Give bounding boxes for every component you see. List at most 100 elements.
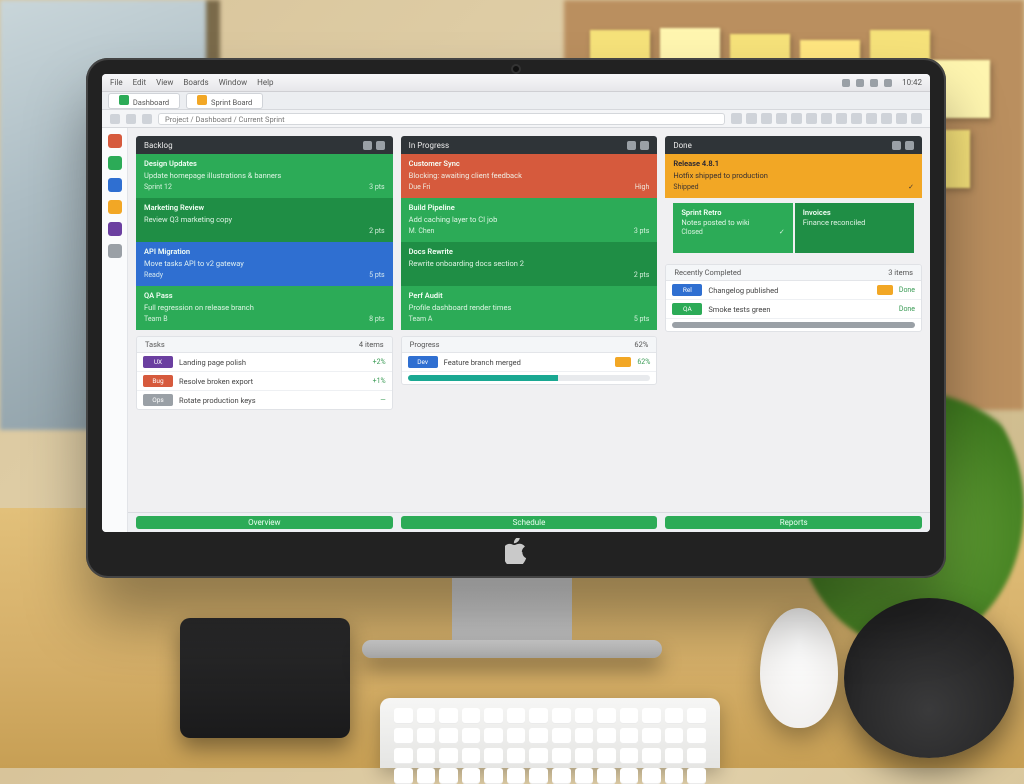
tray-icon[interactable] [870,79,878,87]
more-icon[interactable] [866,113,877,124]
list-header: Recently Completed3 items [666,265,921,281]
row-swatch-icon [615,357,631,367]
workspace: BacklogDesign UpdatesUpdate homepage ill… [102,128,930,532]
menu-item[interactable]: Help [257,78,273,87]
column-add-icon[interactable] [892,141,901,150]
kanban-card[interactable]: API Migration Move tasks API to v2 gatewa… [136,242,393,286]
kanban-card[interactable]: Perf AuditProfile dashboard render times… [401,286,658,330]
sort-icon[interactable] [836,113,847,124]
rail-nav-icon[interactable] [108,178,122,192]
menu-item[interactable]: Boards [183,78,208,87]
row-tag: Ops [143,394,173,406]
menu-item[interactable]: View [156,78,173,87]
menu-item[interactable]: File [110,78,123,87]
list-count: 4 items [359,340,384,349]
kanban-card[interactable]: QA PassFull regression on release branch… [136,286,393,330]
kanban-card[interactable]: Marketing ReviewReview Q3 marketing copy… [136,198,393,242]
card-title: API Migration [144,247,385,257]
tray-icon[interactable] [884,79,892,87]
user-icon[interactable] [911,113,922,124]
list-row[interactable]: UXLanding page polish+2% [137,353,392,372]
share-icon[interactable] [761,113,772,124]
column-header[interactable]: In Progress [401,136,658,154]
row-value: +1% [373,377,386,385]
list-row[interactable]: BugResolve broken export+1% [137,372,392,391]
rail-nav-icon[interactable] [108,244,122,258]
kanban-card[interactable]: Customer SyncBlocking: awaiting client f… [401,154,658,198]
settings-icon[interactable] [851,113,862,124]
card-title: Sprint Retro [681,208,784,218]
card-meta-left: Ready [144,271,163,280]
card-body: Rewrite onboarding docs section 2 [409,259,650,269]
refresh-icon[interactable] [142,114,152,124]
column-menu-icon[interactable] [905,141,914,150]
card-body: Add caching layer to CI job [409,215,650,225]
tag-icon[interactable] [821,113,832,124]
kanban-card[interactable]: Design UpdatesUpdate homepage illustrati… [136,154,393,198]
column-menu-icon[interactable] [640,141,649,150]
kanban-card[interactable]: Build PipelineAdd caching layer to CI jo… [401,198,658,242]
rail-nav-icon[interactable] [108,222,122,236]
list-panel: Recently Completed3 itemsRelChangelog pu… [665,264,922,332]
row-value: — [380,396,385,404]
column-header[interactable]: Done [665,136,922,154]
calendar-icon[interactable] [806,113,817,124]
rail-nav-icon[interactable] [108,134,122,148]
row-value: Done [899,305,915,313]
rail-nav-icon[interactable] [108,156,122,170]
column-add-icon[interactable] [627,141,636,150]
kanban-card[interactable]: Release 4.8.1Hotfix shipped to productio… [665,154,922,198]
column-header[interactable]: Backlog [136,136,393,154]
grid-icon[interactable] [776,113,787,124]
footer-tab[interactable]: Schedule [401,516,658,529]
card-body: Move tasks API to v2 gateway [144,259,385,269]
kanban-card[interactable]: Sprint RetroNotes posted to wikiClosed✓I… [665,198,922,258]
breadcrumb[interactable]: Project / Dashboard / Current Sprint [158,113,725,125]
row-text: Landing page polish [179,358,367,367]
tray-icon[interactable] [842,79,850,87]
gear-icon[interactable] [881,113,892,124]
card-meta-right: 8 pts [369,315,385,324]
card-meta-left: Team A [409,315,433,324]
list-row[interactable] [666,319,921,331]
list-row[interactable]: DevFeature branch merged62% [402,353,657,372]
column-add-icon[interactable] [363,141,372,150]
side-rail [102,128,128,532]
list-row[interactable]: RelChangelog publishedDone [666,281,921,300]
menu-item[interactable]: Edit [133,78,147,87]
card-meta-right: 5 pts [369,271,385,280]
card-meta-right: 2 pts [634,271,650,280]
list-header: Progress62% [402,337,657,353]
list-row[interactable]: OpsRotate production keys— [137,391,392,409]
bell-icon[interactable] [896,113,907,124]
card-meta-right: ✓ [908,183,914,192]
card-body: Profile dashboard render times [409,303,650,313]
card-title: Design Updates [144,159,385,169]
kanban-card[interactable]: Docs RewriteRewrite onboarding docs sect… [401,242,658,286]
card-meta-left: M. Chen [409,227,435,236]
filter-icon[interactable] [746,113,757,124]
column-menu-icon[interactable] [376,141,385,150]
column-title: Done [673,141,691,150]
footer-tab[interactable]: Reports [665,516,922,529]
footer-tab[interactable]: Overview [136,516,393,529]
kanban-column: In ProgressCustomer SyncBlocking: awaiti… [401,136,658,508]
list-icon[interactable] [791,113,802,124]
search-icon[interactable] [731,113,742,124]
window-tab[interactable]: Sprint Board [186,93,263,109]
list-row[interactable] [402,372,657,384]
list-row[interactable]: QASmoke tests greenDone [666,300,921,319]
card-body: Hotfix shipped to production [673,171,914,181]
card-meta-left: Shipped [673,183,698,192]
window-tab[interactable]: Dashboard [108,93,180,109]
card-meta-right: 2 pts [369,227,385,236]
row-tag: Dev [408,356,438,368]
tray-icon[interactable] [856,79,864,87]
card-meta-right: 3 pts [369,183,385,192]
forward-icon[interactable] [126,114,136,124]
window-tabstrip: Dashboard Sprint Board [102,92,930,110]
rail-nav-icon[interactable] [108,200,122,214]
menu-item[interactable]: Window [219,78,248,87]
card-meta-right: 3 pts [634,227,650,236]
back-icon[interactable] [110,114,120,124]
